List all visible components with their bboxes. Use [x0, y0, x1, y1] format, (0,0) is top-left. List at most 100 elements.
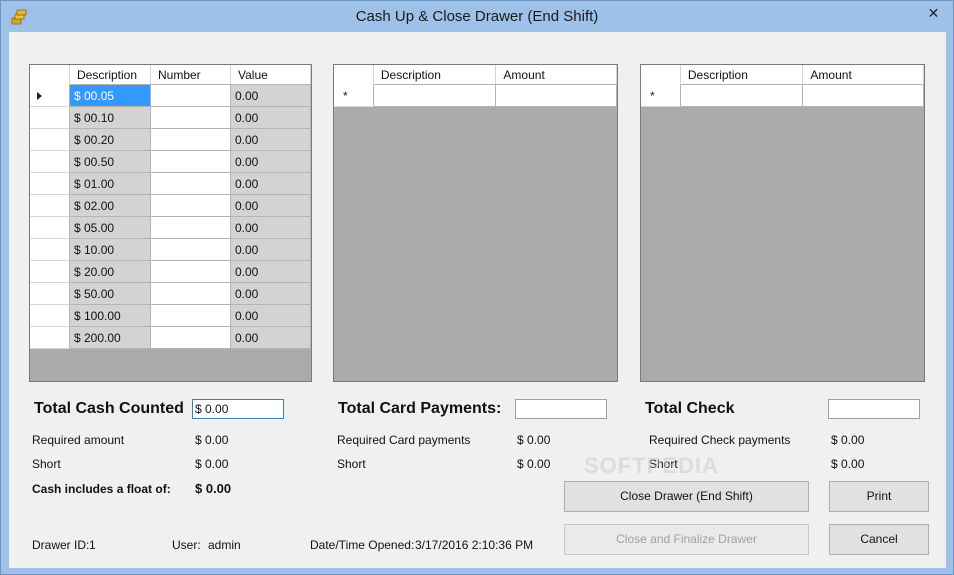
card-short-label: Short	[337, 457, 366, 471]
cash-row[interactable]: $ 200.00 0.00	[30, 327, 311, 349]
amount-cell[interactable]	[803, 85, 924, 107]
close-icon[interactable]: ✕	[920, 3, 947, 24]
row-header[interactable]	[30, 261, 70, 283]
amount-cell[interactable]	[496, 85, 617, 107]
col-header-value[interactable]: Value	[231, 65, 311, 84]
cash-denomination-grid[interactable]: Description Number Value $ 00.05 0.00 $ 00…	[29, 64, 312, 382]
description-cell: $ 00.20	[70, 129, 151, 151]
date-opened-label: Date/Time Opened:	[310, 538, 415, 552]
row-header[interactable]: *	[641, 85, 681, 107]
cash-row[interactable]: $ 00.05 0.00	[30, 85, 311, 107]
value-cell: 0.00	[231, 151, 311, 173]
number-cell[interactable]	[151, 107, 231, 129]
total-card-input[interactable]	[515, 399, 607, 419]
new-row[interactable]: *	[334, 85, 617, 107]
description-cell: $ 00.05	[70, 85, 151, 107]
cash-grid-header: Description Number Value	[30, 65, 311, 85]
row-header[interactable]	[30, 107, 70, 129]
value-cell: 0.00	[231, 195, 311, 217]
number-cell[interactable]	[151, 217, 231, 239]
title-bar[interactable]: Cash Up & Close Drawer (End Shift) ✕	[1, 1, 953, 32]
number-cell[interactable]	[151, 195, 231, 217]
row-header[interactable]	[30, 217, 70, 239]
print-button[interactable]: Print	[829, 481, 929, 512]
cash-row[interactable]: $ 00.20 0.00	[30, 129, 311, 151]
total-cash-input[interactable]: $ 0.00	[192, 399, 284, 419]
cash-row[interactable]: $ 05.00 0.00	[30, 217, 311, 239]
card-payments-grid[interactable]: Description Amount *	[333, 64, 618, 382]
value-cell: 0.00	[231, 129, 311, 151]
new-row-icon: *	[343, 89, 348, 103]
number-cell[interactable]	[151, 305, 231, 327]
col-header-amount[interactable]: Amount	[496, 65, 617, 84]
cash-row[interactable]: $ 00.50 0.00	[30, 151, 311, 173]
required-check-value: $ 0.00	[831, 433, 865, 447]
row-header[interactable]	[30, 129, 70, 151]
row-header[interactable]	[30, 85, 70, 107]
new-row-icon: *	[650, 89, 655, 103]
cash-row[interactable]: $ 02.00 0.00	[30, 195, 311, 217]
value-cell: 0.00	[231, 261, 311, 283]
cash-short-value: $ 0.00	[195, 457, 229, 471]
value-cell: 0.00	[231, 305, 311, 327]
client-area: Description Number Value $ 00.05 0.00 $ 00…	[9, 32, 946, 568]
user-label: User:	[172, 538, 201, 552]
value-cell: 0.00	[231, 239, 311, 261]
cash-row[interactable]: $ 00.10 0.00	[30, 107, 311, 129]
required-card-value: $ 0.00	[517, 433, 551, 447]
cancel-button[interactable]: Cancel	[829, 524, 929, 555]
row-header[interactable]	[30, 173, 70, 195]
cash-row[interactable]: $ 50.00 0.00	[30, 283, 311, 305]
description-cell: $ 02.00	[70, 195, 151, 217]
cash-up-window: Cash Up & Close Drawer (End Shift) ✕ Des…	[0, 0, 954, 575]
window-title: Cash Up & Close Drawer (End Shift)	[355, 8, 599, 25]
number-cell[interactable]	[151, 239, 231, 261]
col-header-description[interactable]: Description	[680, 65, 804, 84]
col-header-number[interactable]: Number	[151, 65, 231, 84]
number-cell[interactable]	[151, 151, 231, 173]
row-header[interactable]	[30, 305, 70, 327]
description-cell: $ 200.00	[70, 327, 151, 349]
row-header[interactable]	[30, 283, 70, 305]
softpedia-watermark: SOFTPEDIA	[584, 453, 719, 478]
col-header-description[interactable]: Description	[70, 65, 151, 84]
finalize-drawer-button[interactable]: Close and Finalize Drawer	[564, 524, 809, 555]
description-cell: $ 01.00	[70, 173, 151, 195]
number-cell[interactable]	[151, 261, 231, 283]
total-cash-label: Total Cash Counted	[34, 400, 184, 417]
number-cell[interactable]	[151, 173, 231, 195]
number-cell[interactable]	[151, 85, 231, 107]
description-cell[interactable]	[373, 85, 497, 107]
date-opened-value: 3/17/2016 2:10:36 PM	[415, 538, 534, 552]
float-label: Cash includes a float of:	[32, 482, 171, 496]
value-cell: 0.00	[231, 327, 311, 349]
number-cell[interactable]	[151, 129, 231, 151]
cash-row[interactable]: $ 100.00 0.00	[30, 305, 311, 327]
row-header[interactable]	[30, 151, 70, 173]
col-header-amount[interactable]: Amount	[803, 65, 924, 84]
description-cell: $ 20.00	[70, 261, 151, 283]
number-cell[interactable]	[151, 283, 231, 305]
required-amount-value: $ 0.00	[195, 433, 229, 447]
row-header[interactable]: *	[334, 85, 374, 107]
cash-row[interactable]: $ 01.00 0.00	[30, 173, 311, 195]
cash-row[interactable]: $ 10.00 0.00	[30, 239, 311, 261]
cash-short-label: Short	[32, 457, 61, 471]
cash-row[interactable]: $ 20.00 0.00	[30, 261, 311, 283]
number-cell[interactable]	[151, 327, 231, 349]
total-check-input[interactable]	[828, 399, 920, 419]
row-header[interactable]	[30, 327, 70, 349]
user-value: admin	[208, 538, 241, 552]
description-cell[interactable]	[680, 85, 804, 107]
check-payments-grid[interactable]: Description Amount *	[640, 64, 925, 382]
description-cell: $ 00.10	[70, 107, 151, 129]
required-amount-label: Required amount	[32, 433, 125, 447]
col-header-description[interactable]: Description	[373, 65, 497, 84]
close-drawer-button[interactable]: Close Drawer (End Shift)	[564, 481, 809, 512]
new-row[interactable]: *	[641, 85, 924, 107]
drawer-id-label: Drawer ID:	[32, 538, 90, 552]
value-cell: 0.00	[231, 107, 311, 129]
row-header-corner	[641, 65, 681, 85]
row-header[interactable]	[30, 195, 70, 217]
row-header[interactable]	[30, 239, 70, 261]
